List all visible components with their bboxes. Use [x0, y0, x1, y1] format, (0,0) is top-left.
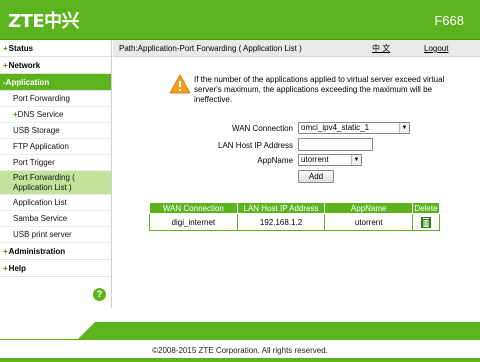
help-icon[interactable]: ?	[93, 288, 106, 301]
table-row: digi_internet 192.168.1.2 utorrent	[149, 213, 441, 231]
sidebar-item-label: Samba Service	[13, 214, 68, 223]
sidebar-section-label: Help	[8, 264, 27, 273]
sidebar-section-help[interactable]: +Help	[0, 260, 111, 277]
expand-plus-icon: +	[3, 44, 8, 53]
sidebar-item-ftp-application[interactable]: FTP Application	[0, 139, 111, 155]
chevron-down-icon: ▼	[399, 123, 409, 133]
table-header-row: WAN Connection LAN Host IP Address AppNa…	[149, 202, 441, 214]
sidebar-item-application-list[interactable]: Application List	[0, 195, 111, 211]
sidebar-item-label: DNS Service	[17, 110, 64, 119]
trash-icon[interactable]	[420, 216, 431, 228]
column-header: WAN Connection	[149, 202, 238, 214]
sidebar-item-label: USB print server	[13, 230, 72, 239]
sidebar-item-usb-storage[interactable]: USB Storage	[0, 123, 111, 139]
sidebar-section-administration[interactable]: +Administration	[0, 243, 111, 260]
column-header: Delete	[411, 202, 441, 214]
table-cell: utorrent	[324, 213, 413, 231]
header-bar: ZTE中兴 F668	[0, 0, 480, 40]
path-bar: Path:Application-Port Forwarding ( Appli…	[113, 40, 480, 57]
warning-triangle-icon	[169, 74, 191, 94]
column-header: AppName	[324, 202, 413, 214]
sidebar-item-label: Port Forwarding (	[13, 173, 75, 182]
chevron-down-icon: ▼	[351, 155, 361, 165]
logout-link[interactable]: Logout	[424, 40, 448, 57]
sidebar-section-network[interactable]: +Network	[0, 57, 111, 74]
sidebar-item-port-forwarding[interactable]: Port Forwarding	[0, 91, 111, 107]
expand-plus-icon: +	[3, 264, 8, 273]
language-switch-link[interactable]: 中 文	[372, 40, 390, 57]
appname-label: AppName	[257, 156, 293, 165]
breadcrumb: Path:Application-Port Forwarding ( Appli…	[119, 44, 302, 53]
copyright-text: ©2008-2015 ZTE Corporation. All rights r…	[152, 346, 328, 355]
sidebar-item-port-trigger[interactable]: Port Trigger	[0, 155, 111, 171]
wan-connection-select[interactable]: omci_ipv4_static_1 ▼	[298, 122, 410, 134]
app-list-table: WAN Connection LAN Host IP Address AppNa…	[149, 202, 441, 231]
sidebar-section-application[interactable]: -Application	[0, 74, 111, 91]
wan-connection-label: WAN Connection	[231, 124, 293, 133]
footer-decoration	[0, 322, 480, 362]
appname-value: utorrent	[301, 155, 329, 164]
sidebar-section-status[interactable]: +Status	[0, 40, 111, 57]
warning-message: If the number of the applications applie…	[194, 75, 445, 104]
sidebar-item-label: Application List )	[13, 183, 72, 192]
table-cell: digi_internet	[149, 213, 238, 231]
sidebar-item-dns-service[interactable]: +DNS Service	[0, 107, 111, 123]
sidebar: +Status +Network -Application Port Forwa…	[0, 40, 112, 308]
lan-host-ip-label: LAN Host IP Address	[218, 141, 293, 150]
sidebar-item-label: USB Storage	[13, 126, 60, 135]
sidebar-item-port-forwarding-app-list[interactable]: Port Forwarding ( Application List )	[0, 171, 111, 195]
sidebar-item-label: FTP Application	[13, 142, 69, 151]
add-button[interactable]: Add	[298, 170, 334, 183]
appname-select[interactable]: utorrent ▼	[298, 154, 362, 166]
wan-connection-value: omci_ipv4_static_1	[301, 123, 370, 132]
sidebar-item-label: Port Forwarding	[13, 94, 70, 103]
device-model: F668	[434, 13, 464, 28]
sidebar-section-label: Network	[8, 61, 41, 70]
expand-plus-icon: +	[3, 247, 8, 256]
sidebar-item-label: Port Trigger	[13, 158, 55, 167]
sidebar-section-label: Status	[8, 44, 34, 53]
table-cell: 192.168.1.2	[236, 213, 326, 231]
table-cell	[411, 213, 441, 231]
sidebar-section-label: -Application	[3, 78, 50, 87]
sidebar-item-samba-service[interactable]: Samba Service	[0, 211, 111, 227]
lan-host-ip-input[interactable]	[298, 138, 373, 151]
sidebar-item-usb-print-server[interactable]: USB print server	[0, 227, 111, 243]
expand-plus-icon: +	[3, 61, 8, 70]
sidebar-section-label: Administration	[8, 247, 66, 256]
zte-logo: ZTE中兴	[8, 11, 80, 32]
sidebar-item-label: Application List	[13, 198, 67, 207]
column-header: LAN Host IP Address	[236, 202, 326, 214]
